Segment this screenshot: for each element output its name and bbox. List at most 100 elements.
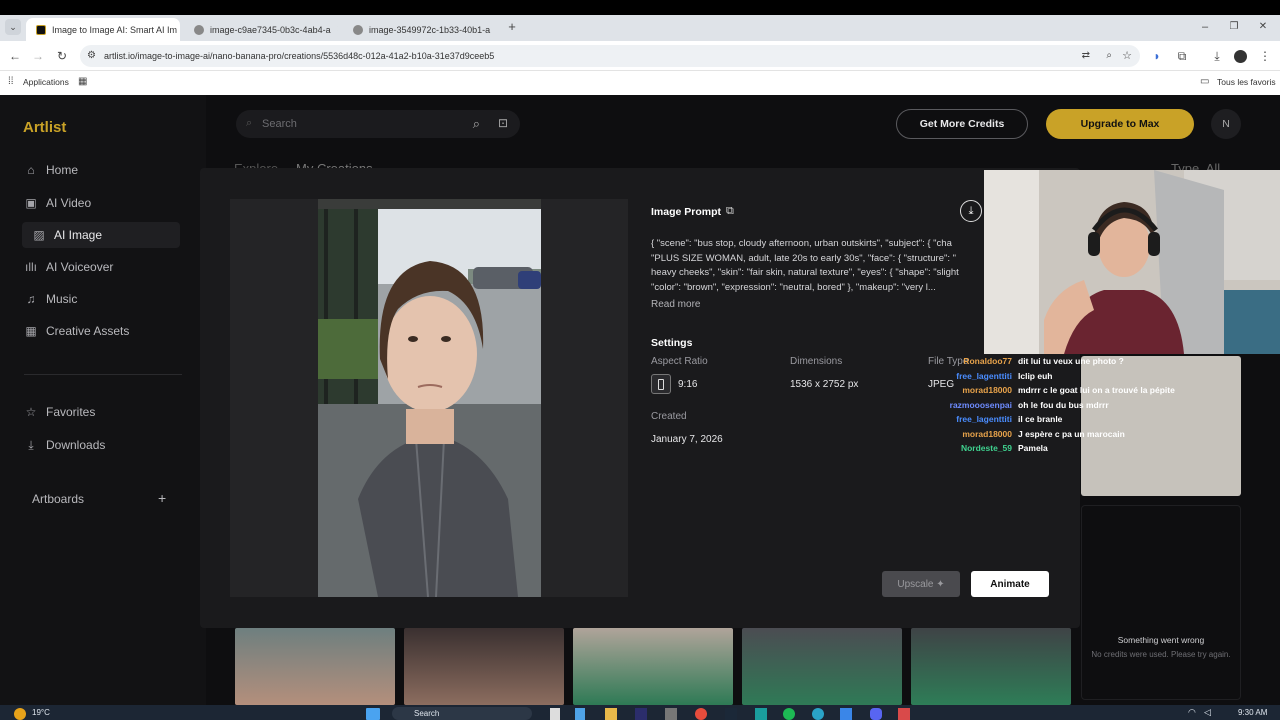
task-view-icon[interactable]: [550, 708, 560, 720]
tab-title: image-c9ae7345-0b3c-4ab4-a: [210, 24, 331, 35]
discord-icon[interactable]: [870, 708, 882, 720]
sidebar-item-ai-image[interactable]: ▨ AI Image: [22, 222, 180, 248]
aspect-ratio-value: 9:16: [678, 379, 698, 390]
image-search-icon[interactable]: ⊡: [498, 116, 508, 130]
reload-icon[interactable]: ↻: [55, 50, 69, 62]
sidebar-item-music[interactable]: ♫ Music: [24, 286, 78, 312]
chat-text: lclip euh: [1018, 370, 1053, 381]
copilot-icon[interactable]: [575, 708, 585, 720]
search-input[interactable]: ⌕ Search ⌕ ⊡: [236, 110, 520, 138]
sidebar-item-label: AI Voiceover: [46, 260, 114, 274]
sidebar-item-label: Favorites: [46, 405, 96, 419]
chrome-icon[interactable]: [695, 708, 707, 720]
profile-avatar[interactable]: [1234, 50, 1247, 63]
generated-image[interactable]: [318, 199, 541, 597]
back-icon[interactable]: ←: [8, 50, 22, 62]
animate-button[interactable]: Animate: [971, 571, 1049, 597]
spotify-icon[interactable]: [783, 708, 795, 720]
app-icon[interactable]: [898, 708, 910, 720]
gallery-thumb[interactable]: [911, 628, 1071, 705]
clock[interactable]: 9:30 AM: [1238, 708, 1267, 717]
user-avatar[interactable]: N: [1211, 109, 1241, 139]
bookmarks-bar: ⁞⁞ Applications ▦ ▭ Tous les favoris: [0, 71, 1280, 95]
new-tab-icon[interactable]: +: [505, 20, 519, 33]
copy-icon[interactable]: ⧉: [726, 205, 734, 218]
chat-username: Nordeste_59: [960, 443, 1012, 453]
chat-username: free_lagenttiti: [956, 414, 1012, 424]
steam-icon[interactable]: [725, 708, 737, 720]
gallery-thumb[interactable]: [742, 628, 902, 705]
app-icon[interactable]: [840, 708, 852, 720]
close-window-icon[interactable]: ✕: [1256, 21, 1270, 33]
translate-icon[interactable]: ⇄: [1082, 50, 1090, 62]
zoom-icon[interactable]: ⌕: [1106, 50, 1112, 62]
sidebar-item-home[interactable]: ⌂ Home: [24, 157, 78, 183]
browser-tab-2[interactable]: image-c9ae7345-0b3c-4ab4-a ✕: [184, 18, 338, 41]
site-info-icon[interactable]: ⚙: [87, 50, 96, 62]
sidebar-item-label: Downloads: [46, 438, 106, 452]
sidebar-item-creative-assets[interactable]: ▦ Creative Assets: [24, 318, 129, 344]
chat-message: free_lagenttiti lclip euh: [922, 371, 1202, 386]
wifi-icon[interactable]: ◠: [1188, 707, 1196, 718]
all-bookmarks[interactable]: Tous les favoris: [1217, 77, 1276, 87]
read-more-link[interactable]: Read more: [651, 299, 700, 310]
app-icon[interactable]: [755, 708, 767, 720]
close-tab-icon[interactable]: ✕: [496, 24, 497, 35]
address-bar[interactable]: ⚙ artlist.io/image-to-image-ai/nano-bana…: [80, 45, 1140, 67]
artlist-favicon: [36, 24, 46, 35]
waveform-icon: ıllı: [25, 260, 37, 274]
upscale-button[interactable]: Upscale ✦: [882, 571, 960, 597]
gallery-thumb[interactable]: [235, 628, 395, 705]
sidebar-item-ai-voiceover[interactable]: ıllı AI Voiceover: [24, 254, 113, 280]
taskbar-search[interactable]: Search: [392, 707, 532, 720]
download-image-icon[interactable]: ⤓: [960, 200, 982, 222]
chat-username: free_lagenttiti: [956, 370, 1012, 381]
gallery-thumb[interactable]: [573, 628, 733, 705]
chat-username: razmooosenpai: [949, 399, 1012, 410]
sidebar-item-downloads[interactable]: ⤓ Downloads: [24, 432, 105, 458]
image-icon: ▨: [33, 228, 45, 242]
weather-temp[interactable]: 19°C: [32, 708, 50, 717]
chat-text: mdrrr c le goat lui on a trouvé la pépit…: [1018, 385, 1175, 395]
weather-icon[interactable]: [14, 708, 26, 720]
edge-icon[interactable]: [812, 708, 824, 720]
premiere-icon[interactable]: [635, 708, 647, 720]
puzzle-icon[interactable]: ⧉: [1175, 50, 1189, 62]
settings-title: Settings: [651, 337, 693, 349]
restore-icon[interactable]: ❐: [1227, 21, 1241, 33]
chat-username: morad18000: [962, 428, 1012, 439]
extension-icon[interactable]: ◗: [1150, 50, 1164, 62]
sidebar-item-ai-video[interactable]: ▣ AI Video: [24, 190, 91, 216]
app-icon[interactable]: [665, 708, 677, 720]
forward-icon[interactable]: →: [31, 50, 45, 62]
tab-groups-icon[interactable]: ▦: [78, 76, 87, 88]
sidebar-item-label: AI Video: [46, 196, 92, 210]
screen-top-strip: [0, 0, 1280, 15]
windows-start-icon[interactable]: [366, 708, 380, 720]
menu-kebab-icon[interactable]: ⋮: [1258, 50, 1272, 62]
apps-grid-icon: ⁞⁞: [8, 76, 14, 87]
gallery-thumb[interactable]: [404, 628, 564, 705]
bookmark-applications[interactable]: Applications: [23, 77, 69, 87]
upgrade-button[interactable]: Upgrade to Max: [1046, 109, 1194, 139]
close-tab-icon[interactable]: ✕: [337, 24, 338, 35]
tab-search-chevron-icon[interactable]: ⌄: [5, 19, 21, 35]
download-icon[interactable]: ⤓: [1210, 50, 1224, 62]
minimize-icon[interactable]: –: [1198, 21, 1212, 33]
search-submit-icon[interactable]: ⌕: [473, 116, 480, 132]
browser-tab-1[interactable]: Image to Image AI: Smart AI Im ✕: [26, 18, 180, 41]
add-artboard-icon[interactable]: +: [158, 491, 166, 505]
sidebar-item-favorites[interactable]: ☆ Favorites: [24, 399, 96, 425]
bookmark-star-icon[interactable]: ☆: [1122, 50, 1132, 62]
prompt-line: { "scene": "bus stop, cloudy afternoon, …: [651, 238, 952, 249]
search-placeholder: Search: [262, 118, 297, 130]
volume-icon[interactable]: ◁: [1204, 707, 1211, 718]
get-more-credits-button[interactable]: Get More Credits: [896, 109, 1028, 139]
created-value: January 7, 2026: [651, 434, 723, 445]
artlist-logo[interactable]: Artlist: [23, 119, 66, 136]
selfie-illustration: [318, 199, 541, 597]
sidebar-item-label: Music: [46, 292, 78, 306]
browser-tab-3[interactable]: image-3549972c-1b33-40b1-a ✕: [343, 18, 497, 41]
globe-icon: [353, 24, 363, 35]
file-explorer-icon[interactable]: [605, 708, 617, 720]
